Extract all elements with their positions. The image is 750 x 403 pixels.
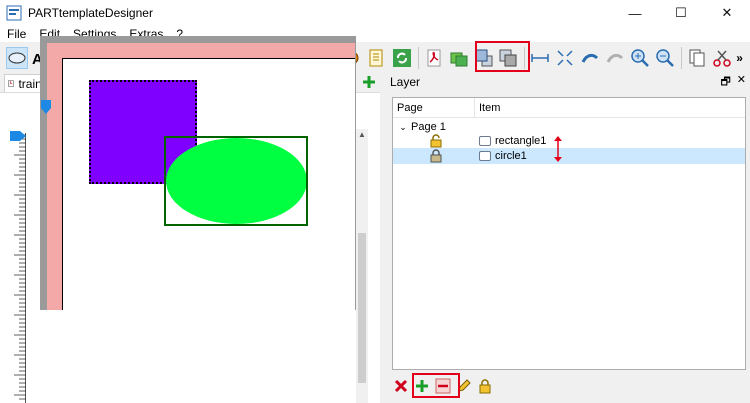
template-file-icon xyxy=(8,80,14,87)
unlink-icon xyxy=(607,53,624,63)
pdf-button[interactable] xyxy=(423,47,445,69)
item-label: circle1 xyxy=(495,150,527,162)
panel-splitter[interactable] xyxy=(380,73,386,403)
column-page[interactable]: Page xyxy=(393,98,475,117)
close-panel-icon[interactable]: ✕ xyxy=(737,73,746,92)
layer-panel-header: Layer 🗗 ✕ xyxy=(386,73,750,91)
shape-icon xyxy=(479,136,491,146)
menu-file[interactable]: File xyxy=(0,26,32,42)
editor-vertical-scrollbar[interactable]: ▲ xyxy=(356,129,368,403)
green-layers-button[interactable] xyxy=(448,47,470,69)
refresh-icon xyxy=(392,48,411,67)
scroll-thumb[interactable] xyxy=(358,233,366,383)
circle1-selection-frame[interactable] xyxy=(164,136,308,226)
fit-page-icon xyxy=(557,49,573,66)
zoom-in-button[interactable] xyxy=(629,47,651,69)
delete-layer-button[interactable] xyxy=(392,377,410,395)
vruler-position-marker[interactable] xyxy=(10,131,26,141)
page-node-label: Page 1 xyxy=(411,121,446,133)
copy-icon xyxy=(689,49,705,66)
refresh-button[interactable] xyxy=(391,47,413,69)
zoom-out-icon xyxy=(656,48,675,67)
link-icon xyxy=(582,53,599,63)
app-icon xyxy=(6,5,22,21)
green-layers-icon xyxy=(450,52,468,66)
scroll-up-arrow-icon[interactable]: ▲ xyxy=(356,129,368,141)
title-bar: PARTtemplateDesigner — ☐ ✕ xyxy=(0,0,750,26)
lock-open-icon[interactable] xyxy=(429,134,443,148)
cut-button[interactable] xyxy=(711,47,733,69)
shape-icon xyxy=(479,151,491,161)
scissors-icon xyxy=(713,50,731,67)
document-button[interactable] xyxy=(366,47,388,69)
lock-closed-icon[interactable] xyxy=(429,149,443,163)
document-icon xyxy=(369,49,383,66)
layer-tree[interactable]: Page Item ⌄ Page 1 rectangle1 circle1 xyxy=(392,97,746,370)
copy-button[interactable] xyxy=(686,47,708,69)
tree-item-rectangle1[interactable]: rectangle1 xyxy=(393,133,745,149)
toolbar-separator xyxy=(417,46,419,69)
zorder-highlight xyxy=(475,41,530,72)
lock-icon xyxy=(479,379,491,394)
add-tab-icon[interactable] xyxy=(361,74,377,90)
window-title: PARTtemplateDesigner xyxy=(28,6,153,20)
toolbar-overflow-end[interactable]: » xyxy=(736,51,746,65)
unlink-button[interactable] xyxy=(604,47,626,69)
zoom-out-button[interactable] xyxy=(654,47,676,69)
ruler-position-marker[interactable] xyxy=(40,100,52,114)
delete-layer-icon xyxy=(394,379,408,393)
add-remove-highlight xyxy=(412,373,460,398)
select-shape-icon xyxy=(8,52,26,63)
close-window-button[interactable]: ✕ xyxy=(704,0,750,26)
zoom-in-icon xyxy=(631,48,650,67)
tree-item-circle1[interactable]: circle1 xyxy=(393,148,745,164)
chevron-down-icon[interactable]: ⌄ xyxy=(397,122,409,133)
fit-page-button[interactable] xyxy=(554,47,576,69)
link-button[interactable] xyxy=(579,47,601,69)
float-panel-icon[interactable]: 🗗 xyxy=(720,73,730,92)
fit-width-button[interactable] xyxy=(529,47,551,69)
select-shape-button[interactable] xyxy=(6,46,28,69)
item-label: rectangle1 xyxy=(495,135,547,147)
fit-width-icon xyxy=(531,53,550,62)
toolbar-separator xyxy=(681,46,683,69)
vertical-ruler xyxy=(10,133,26,403)
layer-panel-title: Layer xyxy=(390,75,421,89)
lock-layer-button[interactable] xyxy=(476,377,494,395)
tree-header: Page Item xyxy=(393,98,745,118)
pdf-icon xyxy=(427,49,441,66)
reorder-arrow-icon xyxy=(554,136,562,162)
minimize-button[interactable]: — xyxy=(612,0,658,26)
column-item[interactable]: Item xyxy=(475,98,745,117)
maximize-button[interactable]: ☐ xyxy=(658,0,704,26)
